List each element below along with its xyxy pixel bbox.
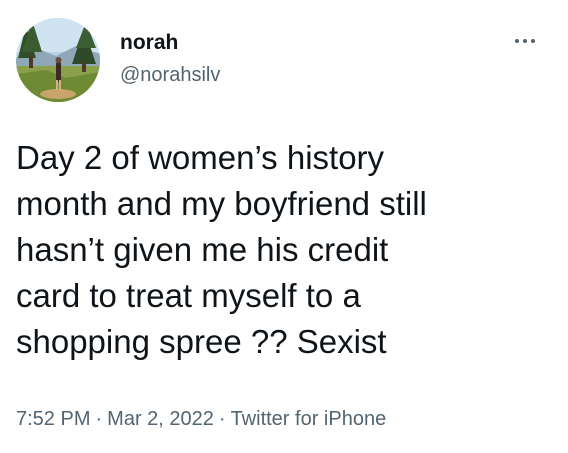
tweet-date[interactable]: Mar 2, 2022 xyxy=(107,408,214,430)
tweet-metadata: 7:52 PM · Mar 2, 2022 · Twitter for iPhone xyxy=(16,405,386,433)
user-handle[interactable]: @norahsilv xyxy=(120,62,220,88)
more-options-icon xyxy=(523,39,527,43)
more-options-icon xyxy=(531,39,535,43)
more-options-button[interactable] xyxy=(507,26,547,56)
tweet-text: Day 2 of women’s history month and my bo… xyxy=(16,139,427,360)
separator: · xyxy=(218,408,226,430)
more-options-icon xyxy=(515,39,519,43)
tweet-time[interactable]: 7:52 PM xyxy=(16,408,90,430)
display-name[interactable]: norah xyxy=(120,30,178,56)
tweet-card: norah @norahsilv Day 2 of women’s histor… xyxy=(0,0,568,453)
profile-photo-icon xyxy=(16,18,100,102)
separator: · xyxy=(95,408,103,430)
tweet-source[interactable]: Twitter for iPhone xyxy=(231,408,387,430)
avatar[interactable] xyxy=(16,18,100,102)
